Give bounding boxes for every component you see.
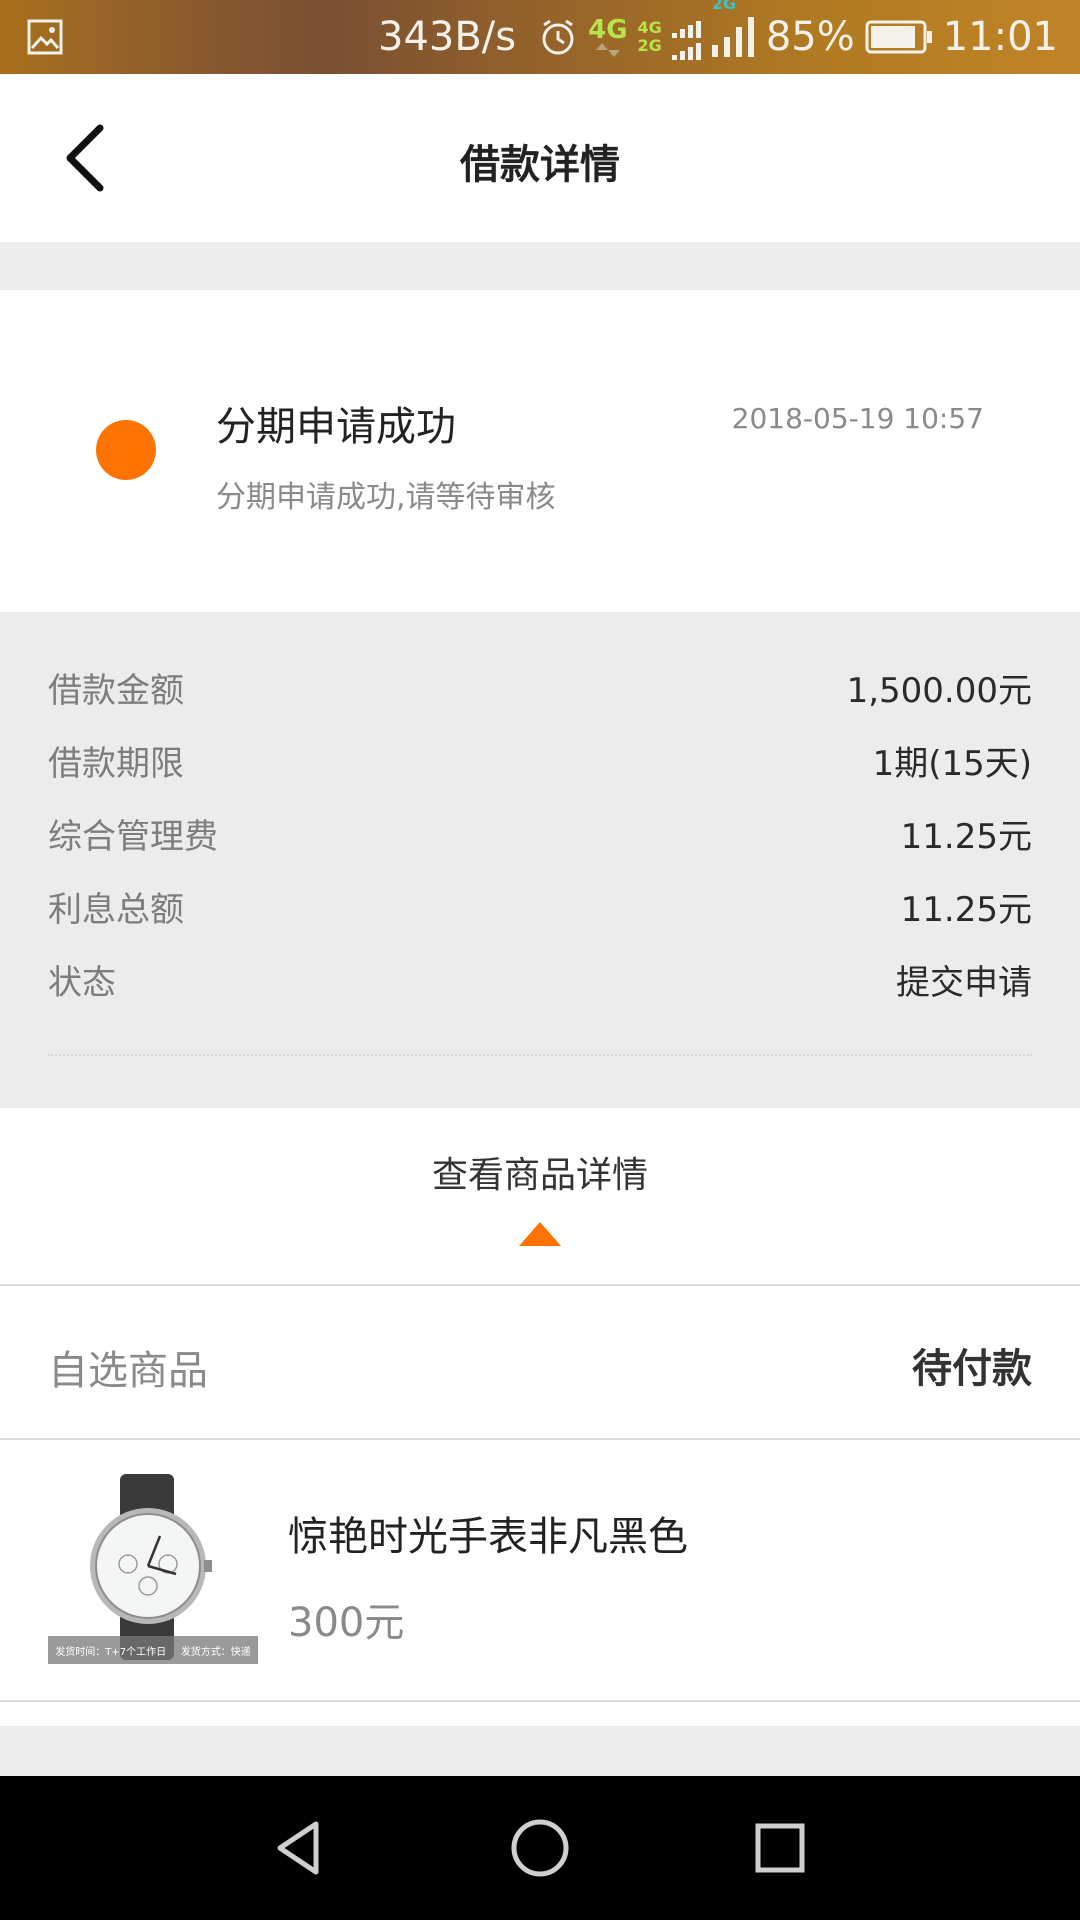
detail-value: 11.25元 — [900, 889, 1032, 930]
goods-category: 自选商品 — [48, 1348, 208, 1394]
data-activity-icon — [595, 43, 620, 57]
nav-recents-icon[interactable] — [744, 1812, 816, 1884]
detail-label: 综合管理费 — [48, 816, 218, 857]
detail-row-management-fee: 综合管理费 11.25元 — [48, 808, 1032, 858]
detail-label: 状态 — [48, 962, 116, 1003]
application-status-card: 分期申请成功 2018-05-19 10:57 分期申请成功,请等待审核 — [0, 290, 1080, 612]
product-name: 惊艳时光手表非凡黑色 — [288, 1514, 688, 1560]
detail-row-amount: 借款金额 1,500.00元 — [48, 662, 1032, 712]
gallery-icon — [27, 19, 63, 55]
net-speed: 343B/s — [378, 14, 517, 60]
sim2-network-label: 2G — [637, 36, 662, 55]
detail-row-status: 状态 提交申请 — [48, 954, 1032, 1004]
nav-home-icon[interactable] — [504, 1812, 576, 1884]
network-4g-label: 4G — [588, 15, 628, 45]
product-item[interactable]: 发货时间：T+7个工作日 发货方式：快递 惊艳时光手表非凡黑色 300元 — [0, 1442, 1080, 1702]
payment-status: 待付款 — [912, 1346, 1032, 1392]
alarm-icon — [542, 19, 574, 55]
detail-value: 提交申请 — [896, 962, 1032, 1003]
dotted-divider — [48, 1054, 1032, 1056]
product-price: 300元 — [288, 1600, 405, 1646]
detail-value: 11.25元 — [900, 816, 1032, 857]
app-header: 借款详情 — [0, 74, 1080, 242]
detail-label: 利息总额 — [48, 889, 184, 930]
status-dot-icon — [96, 420, 156, 480]
detail-row-term: 借款期限 1期(15天) — [48, 735, 1032, 785]
detail-row-interest: 利息总额 11.25元 — [48, 881, 1032, 931]
system-nav-bar — [0, 1776, 1080, 1920]
signal-dots-icon — [671, 21, 701, 60]
dual-sim-labels: 4G 2G — [638, 19, 662, 55]
clock: 11:01 — [942, 14, 1058, 60]
page-title: 借款详情 — [460, 142, 620, 188]
shipping-time-caption: 发货时间：T+7个工作日 — [55, 1646, 167, 1658]
network-4g-indicator: 4G — [588, 15, 628, 57]
status-bar: 343B/s 4G 4G 2G 2G 85% 11:01 — [0, 0, 1080, 74]
status-description: 分期申请成功,请等待审核 — [216, 480, 556, 515]
status-title: 分期申请成功 — [216, 404, 456, 450]
bottom-spacer — [0, 1726, 1080, 1776]
view-goods-details-button[interactable]: 查看商品详情 — [0, 1108, 1080, 1286]
collapse-triangle-icon[interactable] — [519, 1222, 561, 1246]
network-2g-indicator: 2G — [711, 0, 756, 57]
detail-value: 1期(15天) — [872, 743, 1032, 784]
loan-details: 借款金额 1,500.00元 借款期限 1期(15天) 综合管理费 11.25元… — [0, 612, 1080, 1108]
nav-back-icon[interactable] — [264, 1812, 336, 1884]
shipping-method-caption: 发货方式：快递 — [180, 1646, 251, 1658]
goods-header: 自选商品 待付款 — [0, 1288, 1080, 1440]
view-goods-label: 查看商品详情 — [431, 1155, 648, 1196]
sim1-network-label: 4G — [637, 18, 662, 37]
detail-label: 借款期限 — [48, 743, 184, 784]
detail-label: 借款金额 — [48, 670, 184, 711]
product-thumbnail: 发货时间：T+7个工作日 发货方式：快递 — [48, 1472, 258, 1664]
signal-strength-icon — [711, 17, 754, 57]
detail-value: 1,500.00元 — [846, 670, 1032, 711]
battery-icon — [865, 20, 932, 54]
section-divider — [0, 242, 1080, 290]
network-2g-label: 2G — [711, 0, 737, 13]
battery-percent: 85% — [765, 14, 855, 60]
status-timestamp: 2018-05-19 10:57 — [731, 402, 984, 435]
thumbnail-caption: 发货时间：T+7个工作日 发货方式：快递 — [48, 1636, 258, 1664]
